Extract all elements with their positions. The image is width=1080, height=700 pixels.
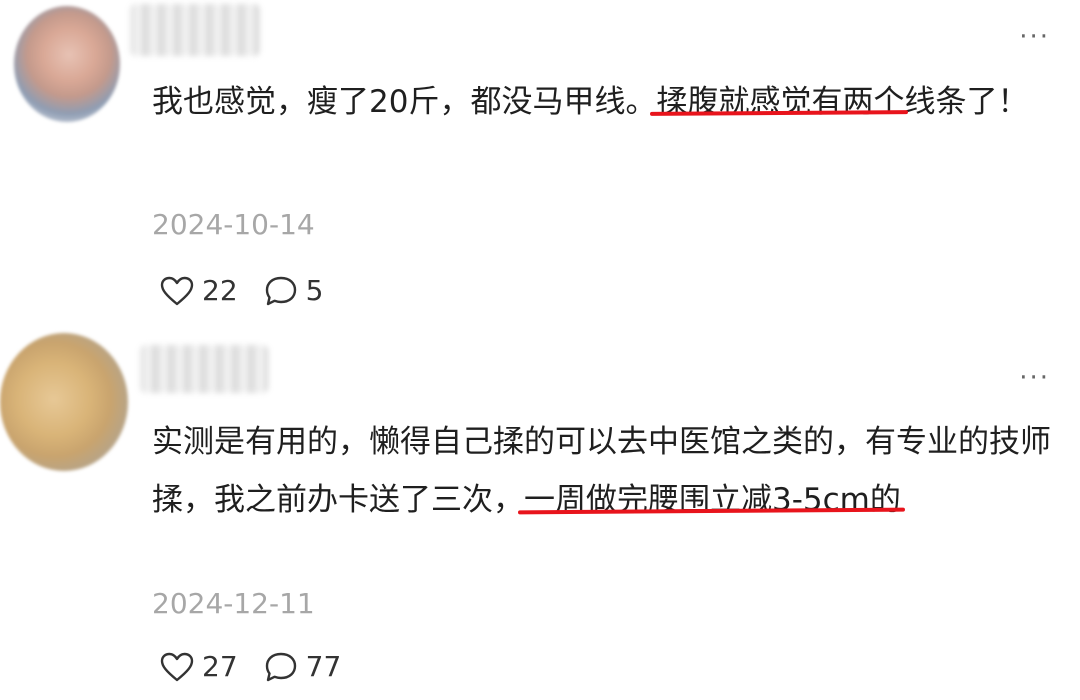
like-button[interactable]: 22 (160, 274, 238, 307)
reply-button[interactable]: 77 (264, 650, 342, 683)
comment-item: ··· 实测是有用的，懒得自己揉的可以去中医馆之类的，有专业的技师揉，我之前办卡… (0, 325, 1080, 700)
reply-count: 5 (305, 274, 324, 307)
like-count: 27 (202, 650, 238, 683)
reply-button[interactable]: 5 (264, 274, 324, 307)
reply-count: 77 (305, 650, 342, 683)
comment-date: 2024-10-14 (152, 208, 315, 241)
heart-outline-icon (160, 652, 194, 681)
comment-text: 实测是有用的，懒得自己揉的可以去中医馆之类的，有专业的技师揉，我之前办卡送了三次… (152, 413, 1056, 529)
comment-text-part: 我也感觉，瘦了20斤，都没马甲线。 (152, 84, 657, 120)
avatar[interactable] (0, 333, 128, 471)
comment-date: 2024-12-11 (152, 587, 315, 620)
comment-text-part: 线条了！ (904, 84, 1029, 120)
comment-item: ··· 我也感觉，瘦了20斤，都没马甲线。揉腹就感觉有两个线条了！ 2024-1… (0, 0, 1080, 325)
like-button[interactable]: 27 (160, 650, 238, 683)
more-options-icon[interactable]: ··· (1019, 365, 1050, 391)
author-name-blurred[interactable] (130, 4, 260, 56)
underlined-text: 一周做完腰围立减3-5cm的 (524, 482, 901, 518)
like-count: 22 (202, 274, 238, 307)
speech-bubble-icon (265, 276, 296, 305)
comment-text: 我也感觉，瘦了20斤，都没马甲线。揉腹就感觉有两个线条了！ (152, 73, 1056, 131)
author-name-blurred[interactable] (140, 345, 268, 393)
comment-actions: 22 5 (160, 274, 323, 307)
speech-bubble-icon (265, 652, 296, 681)
underlined-text: 揉腹就感觉有两个 (656, 84, 905, 120)
more-options-icon[interactable]: ··· (1019, 24, 1050, 50)
avatar[interactable] (14, 6, 120, 122)
heart-outline-icon (160, 276, 194, 305)
comment-actions: 27 77 (160, 650, 341, 683)
